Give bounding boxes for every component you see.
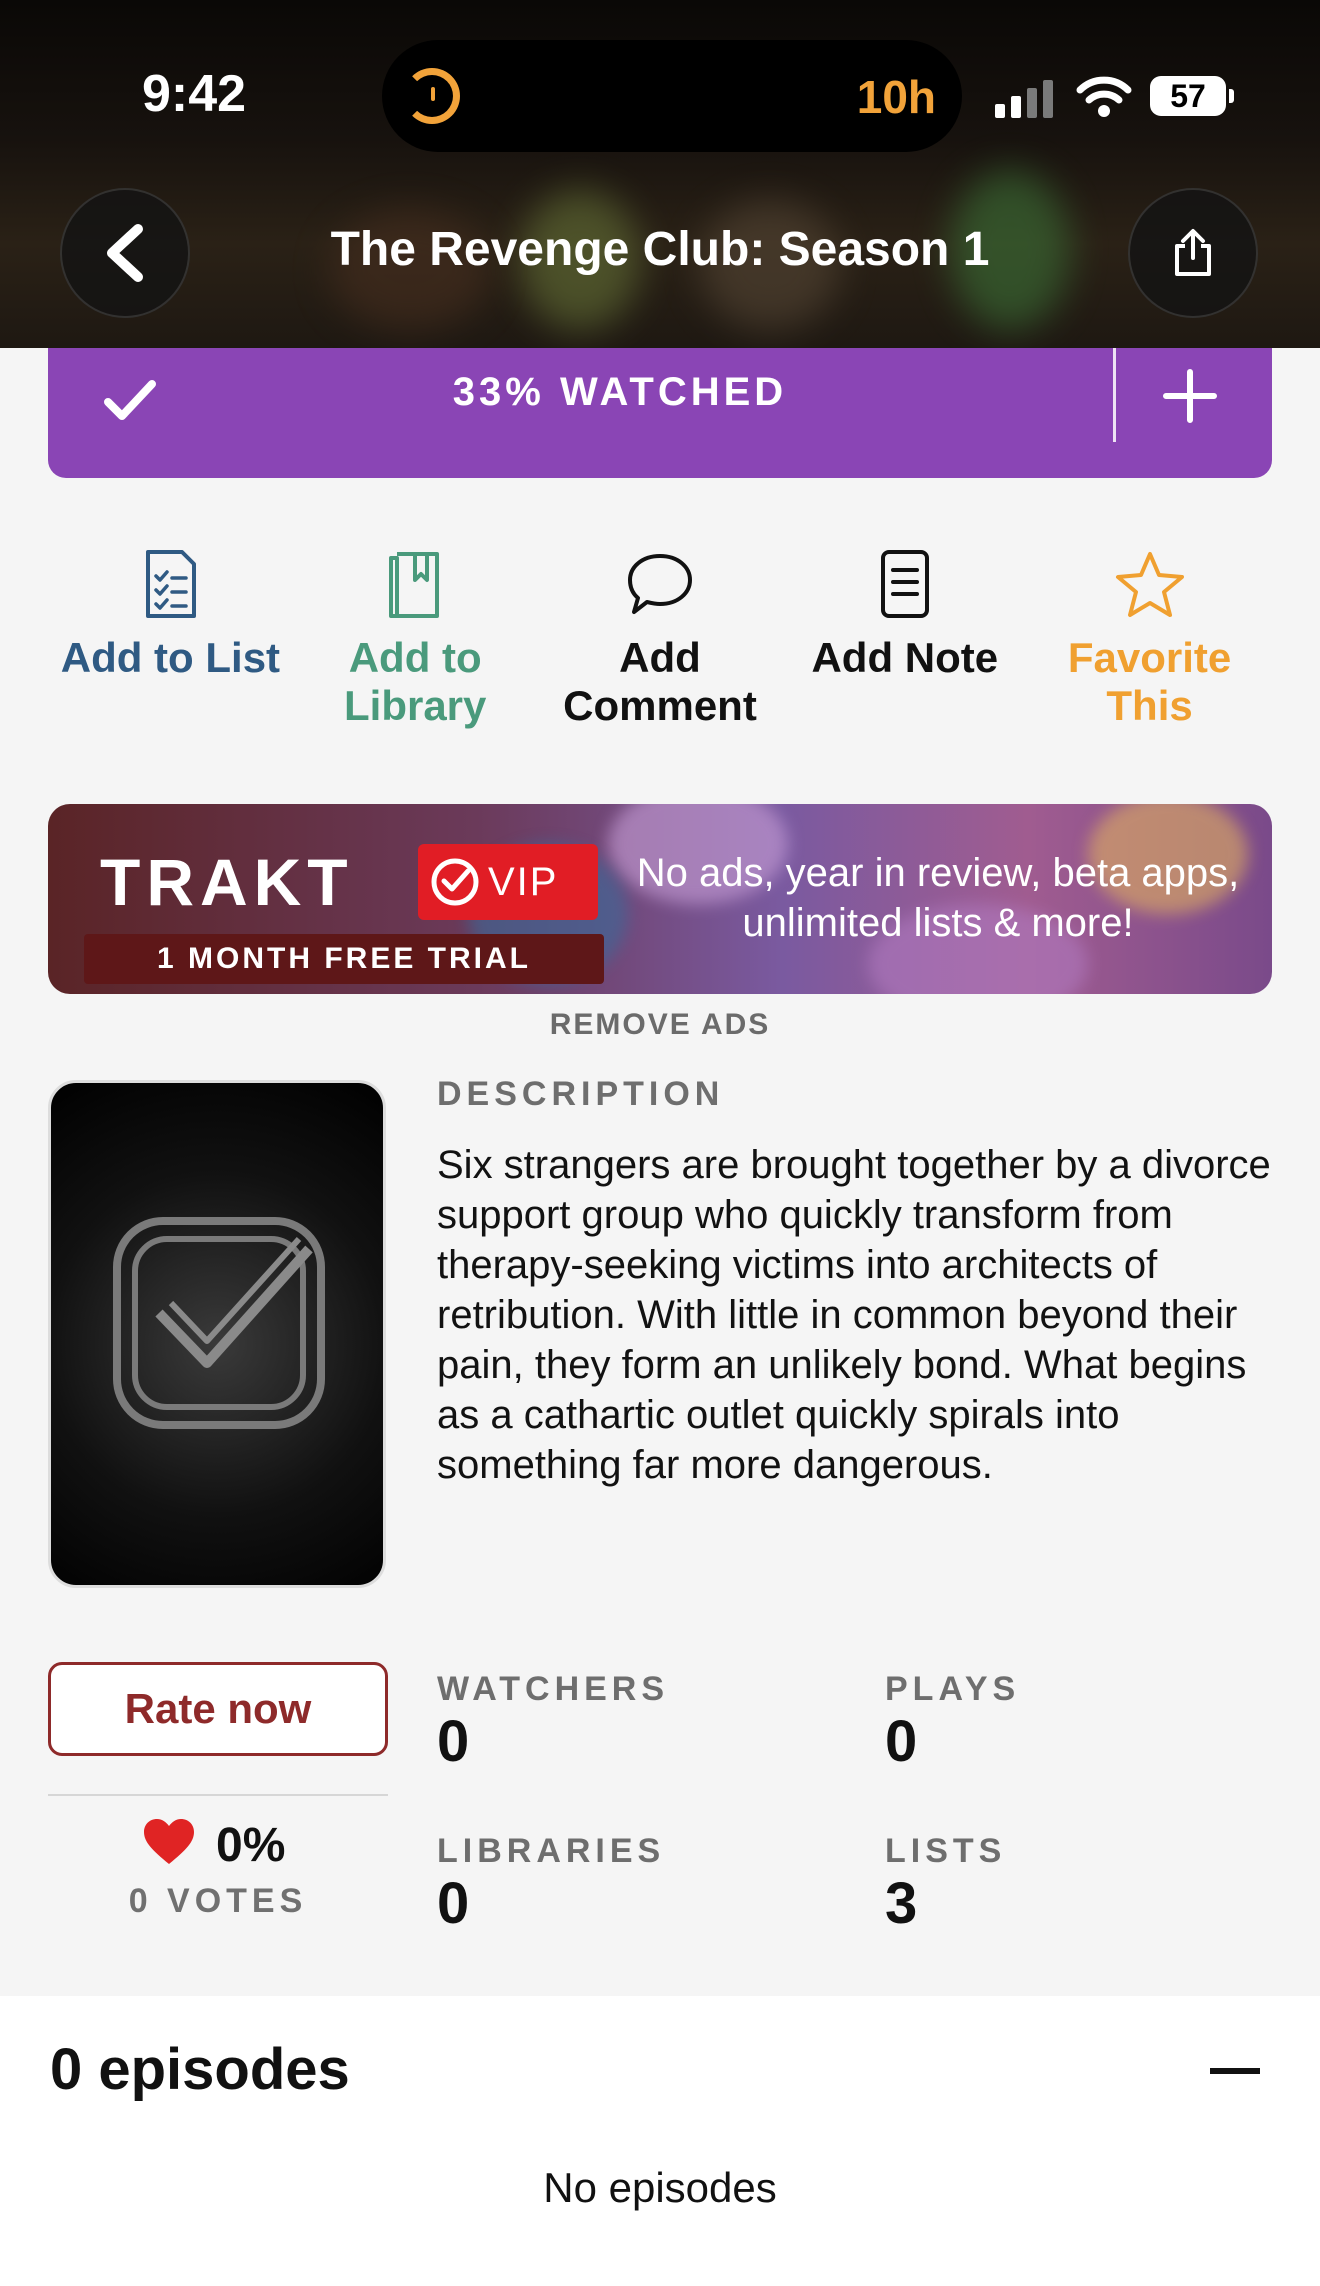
plays-value: 0 (885, 1709, 918, 1774)
watchers-value: 0 (437, 1709, 470, 1774)
divider (48, 1794, 388, 1796)
add-note-label: Add Note (811, 634, 999, 681)
favorite-label: Favorite This (1067, 634, 1232, 729)
rating-percent: 0% (216, 1819, 286, 1872)
vip-badge: VIP (418, 844, 598, 920)
battery-indicator: 57 (1150, 76, 1234, 116)
comment-icon (627, 554, 692, 614)
libraries-value: 0 (437, 1871, 470, 1936)
episodes-section: 0 episodes No episodes (0, 1996, 1320, 2286)
vip-text: VIP (488, 859, 559, 904)
trakt-vip-logo: TRAKT VIP 1 MONTH FREE TRIAL (70, 822, 604, 984)
libraries-label: LIBRARIES (437, 1832, 666, 1870)
vote-count: 0 VOTES (128, 1882, 308, 1920)
watch-progress-label: 33% WATCHED (452, 370, 788, 414)
description-heading: DESCRIPTION (437, 1075, 725, 1113)
activity-duration: 10h (856, 71, 936, 123)
library-icon (389, 552, 440, 618)
rate-now-button[interactable]: Rate now (48, 1662, 388, 1756)
back-button[interactable] (60, 188, 190, 318)
checklist-icon (146, 550, 197, 618)
add-note-button[interactable]: Add Note (782, 548, 1027, 730)
star-icon (1115, 552, 1184, 617)
trakt-wordmark: TRAKT (100, 845, 354, 919)
divider (1113, 348, 1116, 442)
add-comment-button[interactable]: Add Comment (538, 548, 783, 730)
collapse-icon[interactable] (1210, 2068, 1260, 2074)
watchers-label: WATCHERS (437, 1670, 670, 1708)
trakt-check-icon (431, 858, 479, 906)
free-trial-label: 1 MONTH FREE TRIAL (84, 934, 604, 984)
favorite-button[interactable]: Favorite This (1027, 548, 1272, 730)
description-text: Six strangers are brought together by a … (437, 1143, 1271, 1487)
add-comment-label: Add Comment (563, 634, 757, 729)
wifi-icon (1076, 76, 1132, 117)
header: 9:42 10h 57 The Revenge Club: Season 1 (0, 0, 1320, 348)
add-to-library-label: Add to Library (344, 634, 487, 729)
note-icon (880, 550, 929, 618)
lists-label: LISTS (885, 1832, 1007, 1870)
status-time: 9:42 (142, 65, 247, 123)
timer-icon (404, 68, 460, 124)
chevron-left-icon (107, 224, 143, 282)
signal-icon (995, 80, 1053, 118)
share-icon (1175, 229, 1211, 276)
remove-ads-link[interactable]: REMOVE ADS (0, 1008, 1320, 1042)
trakt-placeholder-icon (113, 1217, 325, 1429)
vip-promo-banner[interactable]: TRAKT VIP 1 MONTH FREE TRIAL No ads, yea… (48, 804, 1272, 994)
action-row: Add to List Add to Library Add Comment A… (48, 548, 1272, 730)
watch-progress-bar[interactable]: 33% WATCHED (48, 348, 1272, 478)
plays-label: PLAYS (885, 1670, 1021, 1708)
add-to-library-button[interactable]: Add to Library (293, 548, 538, 730)
dynamic-island: 10h (382, 40, 962, 152)
page-title: The Revenge Club: Season 1 (330, 223, 990, 276)
episodes-title: 0 episodes (50, 2037, 350, 2102)
share-button[interactable] (1128, 188, 1258, 318)
heart-icon (144, 1819, 194, 1864)
vip-tagline: No ads, year in review, beta apps, unlim… (636, 851, 1240, 945)
poster-image (48, 1080, 386, 1588)
add-to-list-button[interactable]: Add to List (48, 548, 293, 730)
lists-value[interactable]: 3 (885, 1870, 917, 1937)
episodes-empty-state: No episodes (543, 2164, 777, 2211)
plus-icon[interactable] (1160, 366, 1220, 426)
add-to-list-label: Add to List (60, 634, 281, 681)
